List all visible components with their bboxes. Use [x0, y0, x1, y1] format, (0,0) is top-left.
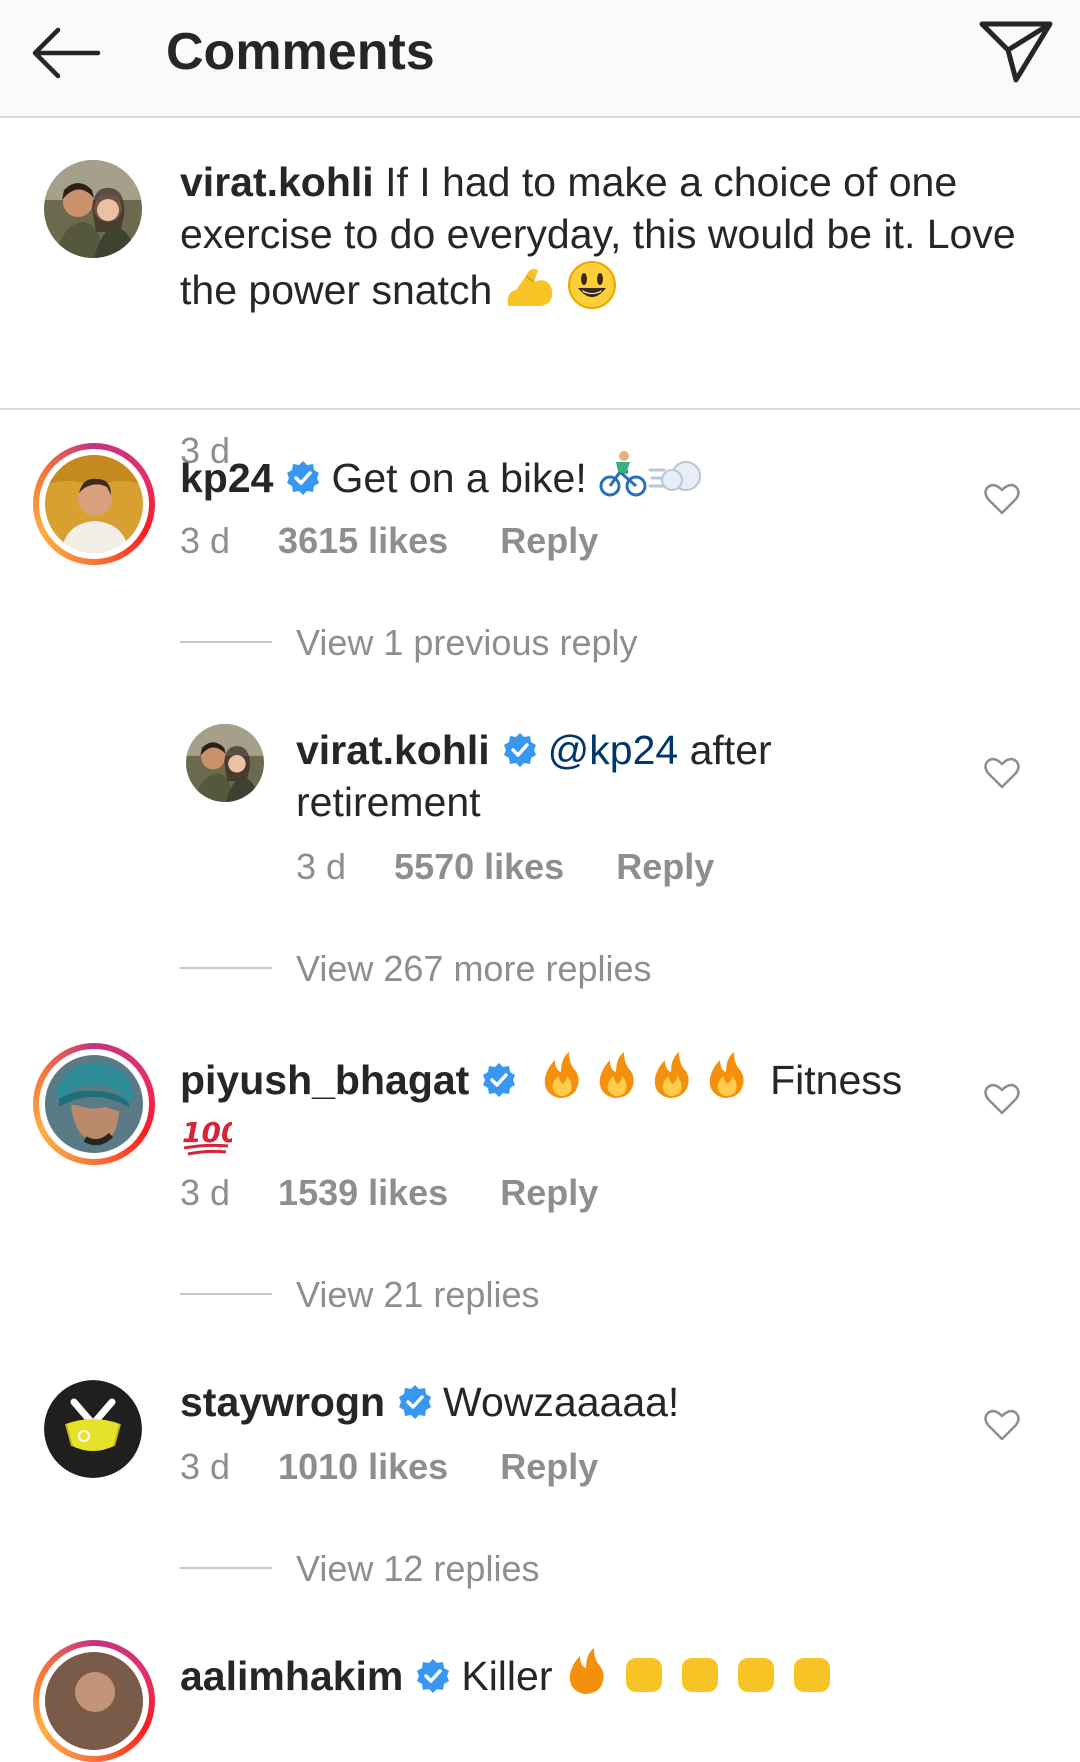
- verified-badge-icon: [399, 1385, 432, 1419]
- divider: [180, 641, 272, 643]
- likes-count[interactable]: 5570 likes: [394, 846, 564, 888]
- heart-icon[interactable]: [984, 1082, 1020, 1116]
- view-replies-link[interactable]: View 21 replies: [180, 1274, 539, 1316]
- caption-text: virat.kohli If I had to make a choice of…: [180, 156, 1040, 322]
- comment-username[interactable]: piyush_bhagat: [180, 1057, 469, 1103]
- comment-body: Wowzaaaaa!: [443, 1379, 680, 1425]
- comment-time: 3 d: [180, 520, 231, 561]
- flexed-biceps-emoji: [504, 262, 556, 322]
- divider: [180, 1567, 272, 1569]
- avatar[interactable]: [44, 160, 142, 258]
- caption-username[interactable]: virat.kohli: [180, 159, 374, 205]
- comment-username[interactable]: aalimhakim: [180, 1653, 403, 1699]
- comment-meta: 3 d 3615 likes Reply: [180, 520, 598, 562]
- comment-text: aalimhakim Killer: [180, 1646, 980, 1708]
- dashing-away-emoji: [648, 456, 702, 510]
- comment-username[interactable]: staywrogn: [180, 1379, 385, 1425]
- comment-time: 3 d: [180, 1172, 231, 1213]
- likes-count[interactable]: 1539 likes: [278, 1172, 448, 1214]
- comment-text: staywrogn Wowzaaaaa!: [180, 1376, 960, 1428]
- comment-meta: 3 d 1539 likes Reply: [180, 1172, 598, 1214]
- comment-time: 3 d: [180, 1446, 231, 1487]
- hundred-points-emoji: 100: [180, 1112, 240, 1170]
- comment-body: Get on a bike!: [331, 455, 587, 501]
- comment-meta: 3 d 1010 likes Reply: [180, 1446, 598, 1488]
- likes-count[interactable]: 3615 likes: [278, 520, 448, 562]
- verified-badge-icon: [503, 733, 536, 767]
- comment-body: Killer: [461, 1653, 553, 1699]
- likes-count[interactable]: 1010 likes: [278, 1446, 448, 1488]
- avatar[interactable]: [186, 724, 264, 802]
- comment-text: piyush_bhagat Fitness 100: [180, 1050, 960, 1170]
- direct-share-icon[interactable]: [976, 16, 1056, 88]
- avatar[interactable]: [44, 1380, 142, 1478]
- fire-emoji-row: [539, 1050, 759, 1112]
- view-replies-link[interactable]: View 1 previous reply: [180, 622, 638, 664]
- page-title: Comments: [166, 23, 435, 81]
- smiling-face-emoji: [567, 260, 617, 322]
- reply-button[interactable]: Reply: [500, 1172, 598, 1214]
- heart-icon[interactable]: [984, 1408, 1020, 1442]
- view-replies-link[interactable]: View 267 more replies: [180, 948, 652, 990]
- avatar[interactable]: [33, 443, 155, 565]
- verified-badge-icon: [287, 461, 320, 495]
- person-biking-emoji: [598, 450, 648, 510]
- comment-time: 3 d: [296, 846, 347, 887]
- reply-button[interactable]: Reply: [616, 846, 714, 888]
- top-bar: Comments: [0, 0, 1080, 118]
- comment-text: virat.kohli @kp24 after retirement: [296, 724, 916, 828]
- comment-meta: 3 d 5570 likes Reply: [296, 846, 714, 888]
- heart-icon[interactable]: [984, 482, 1020, 516]
- post-caption: virat.kohli If I had to make a choice of…: [0, 118, 1080, 471]
- verified-badge-icon: [483, 1063, 516, 1097]
- divider: [180, 967, 272, 969]
- heart-icon[interactable]: [984, 756, 1020, 790]
- mention-link[interactable]: @kp24: [548, 727, 679, 773]
- avatar[interactable]: [33, 1640, 155, 1762]
- divider: [180, 1293, 272, 1295]
- reply-button[interactable]: Reply: [500, 1446, 598, 1488]
- avatar[interactable]: [33, 1043, 155, 1165]
- reply-button[interactable]: Reply: [500, 520, 598, 562]
- comment-text: kp24 Get on a bike!: [180, 450, 960, 510]
- comment-username[interactable]: virat.kohli: [296, 727, 490, 773]
- comment-body: Fitness: [770, 1057, 903, 1103]
- back-arrow-icon[interactable]: [28, 20, 104, 86]
- fire-and-clap-emojis: [564, 1646, 844, 1708]
- comment-username[interactable]: kp24: [180, 455, 273, 501]
- view-replies-link[interactable]: View 12 replies: [180, 1548, 539, 1590]
- verified-badge-icon: [417, 1659, 450, 1693]
